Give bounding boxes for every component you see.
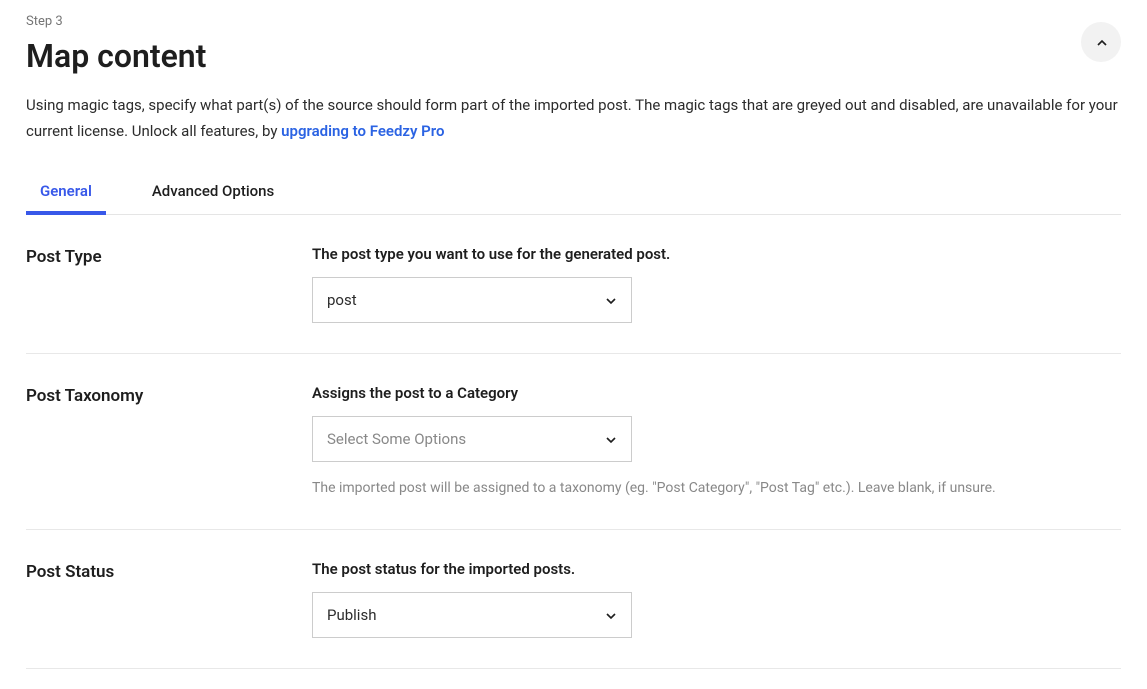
post-taxonomy-select[interactable]: Select Some Options	[312, 416, 632, 462]
field-label-post-status: The post status for the imported posts.	[312, 560, 1121, 578]
label-post-type: Post Type	[26, 245, 312, 323]
field-label-post-type: The post type you want to use for the ge…	[312, 245, 1121, 263]
chevron-down-icon	[603, 608, 617, 622]
tab-general[interactable]: General	[26, 172, 106, 214]
chevron-down-icon	[603, 293, 617, 307]
post-type-value: post	[327, 291, 357, 309]
upgrade-link[interactable]: upgrading to Feedzy Pro	[281, 122, 444, 140]
post-status-select[interactable]: Publish	[312, 592, 632, 638]
row-post-taxonomy: Post Taxonomy Assigns the post to a Cate…	[26, 354, 1121, 530]
tabs-bar: General Advanced Options	[26, 172, 1121, 215]
step-label: Step 3	[26, 14, 206, 29]
post-taxonomy-help: The imported post will be assigned to a …	[312, 478, 1121, 499]
row-post-type: Post Type The post type you want to use …	[26, 215, 1121, 354]
page-title: Map content	[26, 37, 206, 75]
post-type-select[interactable]: post	[312, 277, 632, 323]
chevron-up-icon	[1094, 35, 1108, 49]
collapse-button[interactable]	[1081, 22, 1121, 62]
post-status-value: Publish	[327, 606, 376, 624]
label-post-taxonomy: Post Taxonomy	[26, 384, 312, 499]
chevron-down-icon	[603, 432, 617, 446]
tab-advanced[interactable]: Advanced Options	[138, 172, 288, 214]
label-post-status: Post Status	[26, 560, 312, 638]
field-label-post-taxonomy: Assigns the post to a Category	[312, 384, 1121, 402]
row-post-status: Post Status The post status for the impo…	[26, 530, 1121, 669]
post-taxonomy-placeholder: Select Some Options	[327, 430, 466, 448]
description-text: Using magic tags, specify what part(s) o…	[26, 96, 1118, 140]
section-description: Using magic tags, specify what part(s) o…	[26, 93, 1121, 144]
